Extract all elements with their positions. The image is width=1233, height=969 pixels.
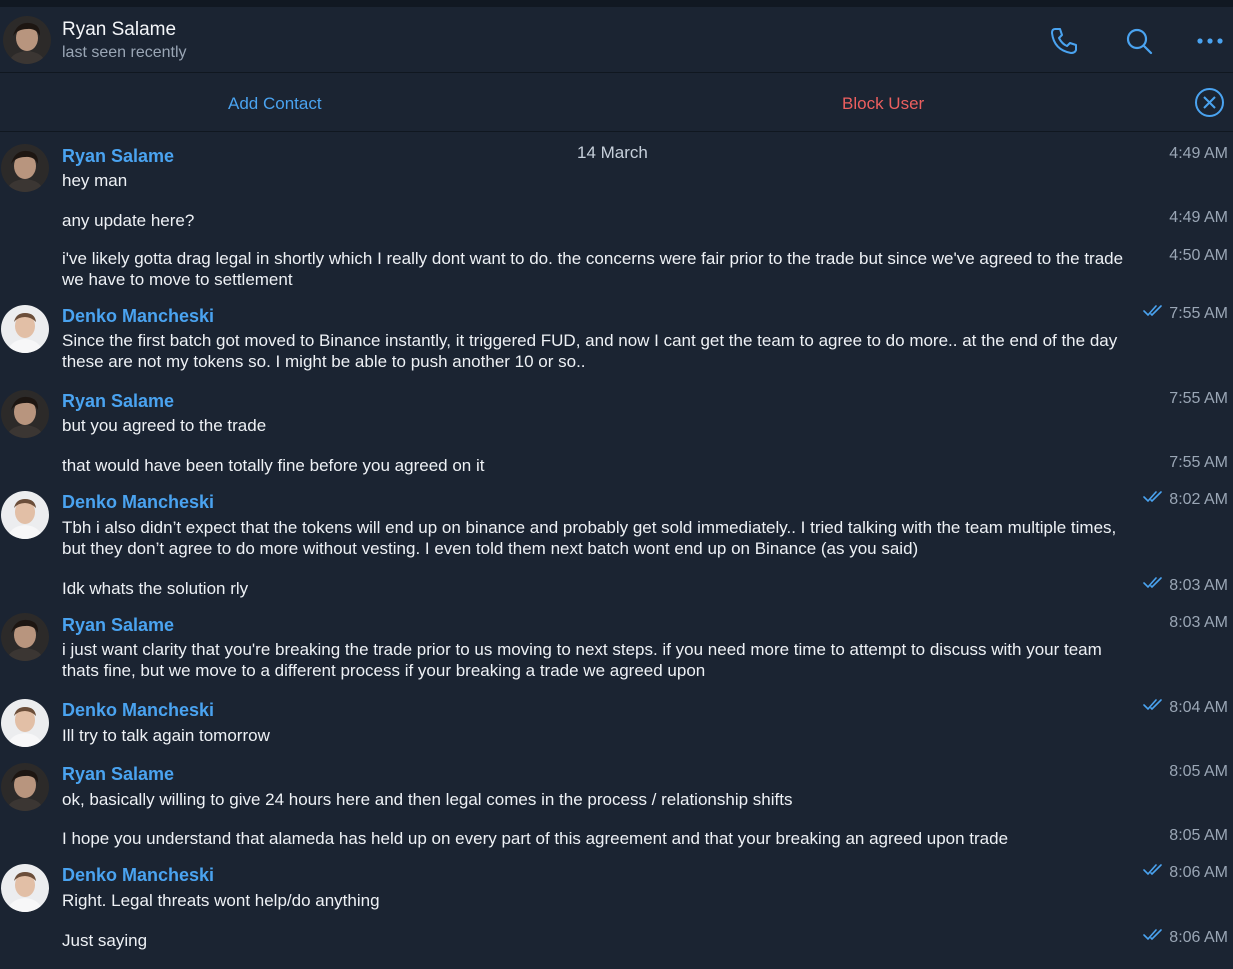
message-text: Idk whats the solution rly	[62, 579, 249, 598]
avatar[interactable]	[1, 613, 49, 661]
read-check-icon	[1143, 491, 1169, 508]
timestamp: 7:55 AM	[1169, 454, 1228, 471]
message-time: 8:04 AM	[1143, 699, 1228, 717]
message-time: 7:55 AM	[1169, 454, 1228, 472]
timestamp: 8:06 AM	[1169, 864, 1228, 881]
avatar[interactable]	[1, 763, 49, 811]
timestamp: 8:05 AM	[1169, 827, 1228, 844]
timestamp: 4:49 AM	[1169, 145, 1228, 162]
avatar[interactable]	[1, 390, 49, 438]
contact-action-bar: Add Contact Block User	[0, 74, 1233, 132]
add-contact-button[interactable]: Add Contact	[228, 94, 322, 114]
date-separator: 14 March	[577, 143, 648, 162]
timestamp: 7:55 AM	[1169, 305, 1228, 322]
message-time: 4:49 AM	[1169, 145, 1228, 163]
timestamp: 8:05 AM	[1169, 763, 1228, 780]
read-check-icon	[1143, 699, 1169, 716]
message-time: 4:49 AM	[1169, 209, 1228, 227]
avatar[interactable]	[1, 305, 49, 353]
message-time: 8:06 AM	[1143, 929, 1228, 947]
message-sender[interactable]: Ryan Salame	[62, 391, 174, 412]
message-text: but you agreed to the trade	[62, 416, 267, 435]
message-text: I hope you understand that alameda has h…	[62, 829, 1009, 848]
avatar[interactable]	[1, 699, 49, 747]
phone-icon[interactable]	[1048, 25, 1080, 57]
message-text: that would have been totally fine before…	[62, 456, 485, 475]
message-sender[interactable]: Ryan Salame	[62, 615, 174, 636]
message-sender[interactable]: Denko Mancheski	[62, 306, 214, 327]
message-time: 8:05 AM	[1169, 763, 1228, 781]
contact-status: last seen recently	[62, 44, 187, 61]
timestamp: 8:03 AM	[1169, 614, 1228, 631]
timestamp: 8:04 AM	[1169, 699, 1228, 716]
message-text: i've likely gotta drag legal in shortly …	[62, 249, 1124, 289]
read-check-icon	[1143, 864, 1169, 881]
timestamp: 7:55 AM	[1169, 390, 1228, 407]
message-time: 8:03 AM	[1169, 614, 1228, 632]
timestamp: 4:50 AM	[1169, 247, 1228, 264]
message-sender[interactable]: Denko Mancheski	[62, 492, 214, 513]
message-sender[interactable]: Denko Mancheski	[62, 865, 214, 886]
message-time: 4:50 AM	[1169, 247, 1228, 265]
timestamp: 8:06 AM	[1169, 929, 1228, 946]
message-text: ok, basically willing to give 24 hours h…	[62, 790, 793, 809]
message-text: Right. Legal threats wont help/do anythi…	[62, 891, 380, 910]
avatar[interactable]	[1, 144, 49, 192]
message-time: 8:06 AM	[1143, 864, 1228, 882]
message-text: any update here?	[62, 211, 195, 230]
message-sender[interactable]: Ryan Salame	[62, 146, 174, 167]
read-check-icon	[1143, 305, 1169, 322]
contact-name[interactable]: Ryan Salame	[62, 19, 176, 41]
message-text: Since the first batch got moved to Binan…	[62, 331, 1118, 371]
more-icon[interactable]	[1194, 25, 1226, 57]
avatar[interactable]	[1, 491, 49, 539]
message-time: 8:03 AM	[1143, 577, 1228, 595]
timestamp: 8:02 AM	[1169, 491, 1228, 508]
message-text: Tbh i also didn’t expect that the tokens…	[62, 518, 1117, 558]
avatar[interactable]	[1, 864, 49, 912]
chat-header: Ryan Salame last seen recently	[0, 7, 1233, 73]
read-check-icon	[1143, 929, 1169, 946]
message-text: hey man	[62, 171, 128, 190]
read-check-icon	[1143, 577, 1169, 594]
message-time: 7:55 AM	[1169, 390, 1228, 408]
close-icon[interactable]	[1194, 87, 1225, 118]
avatar[interactable]	[3, 16, 51, 64]
window-top-strip	[0, 0, 1233, 7]
message-text: Just saying	[62, 931, 148, 950]
message-time: 7:55 AM	[1143, 305, 1228, 323]
message-text: i just want clarity that you're breaking…	[62, 640, 1102, 680]
message-sender[interactable]: Denko Mancheski	[62, 700, 214, 721]
message-text: Ill try to talk again tomorrow	[62, 726, 270, 745]
message-time: 8:02 AM	[1143, 491, 1228, 509]
timestamp: 8:03 AM	[1169, 577, 1228, 594]
search-icon[interactable]	[1123, 25, 1155, 57]
message-sender[interactable]: Ryan Salame	[62, 764, 174, 785]
message-time: 8:05 AM	[1169, 827, 1228, 845]
block-user-button[interactable]: Block User	[842, 94, 924, 114]
timestamp: 4:49 AM	[1169, 209, 1228, 226]
